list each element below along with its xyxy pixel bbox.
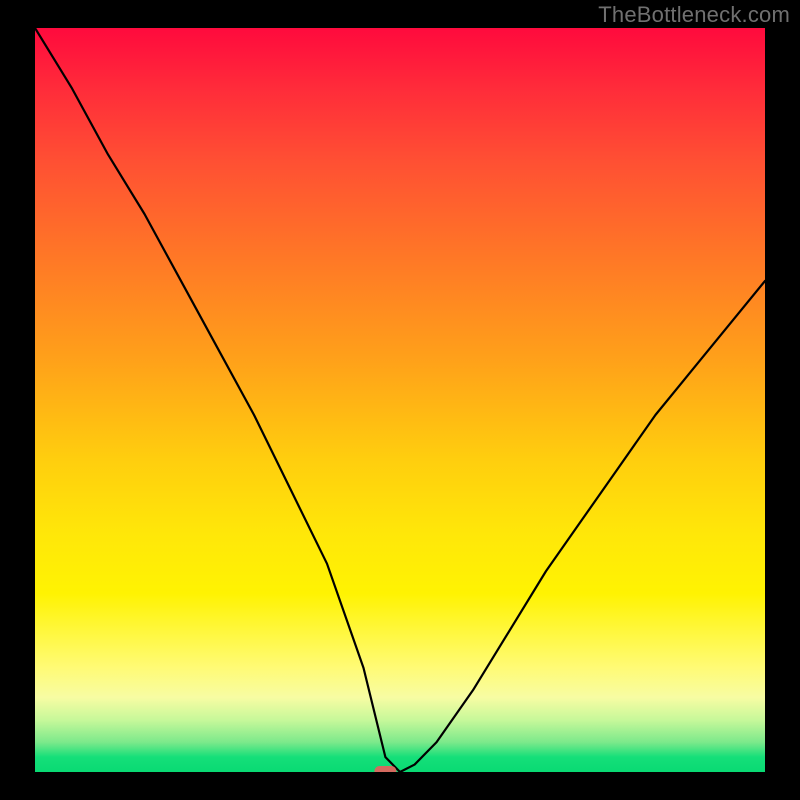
plot-area <box>35 28 765 772</box>
chart-frame: TheBottleneck.com <box>0 0 800 800</box>
curve-svg <box>35 28 765 772</box>
bottleneck-curve <box>35 28 765 772</box>
watermark-text: TheBottleneck.com <box>598 2 790 28</box>
optimal-marker <box>374 766 396 772</box>
